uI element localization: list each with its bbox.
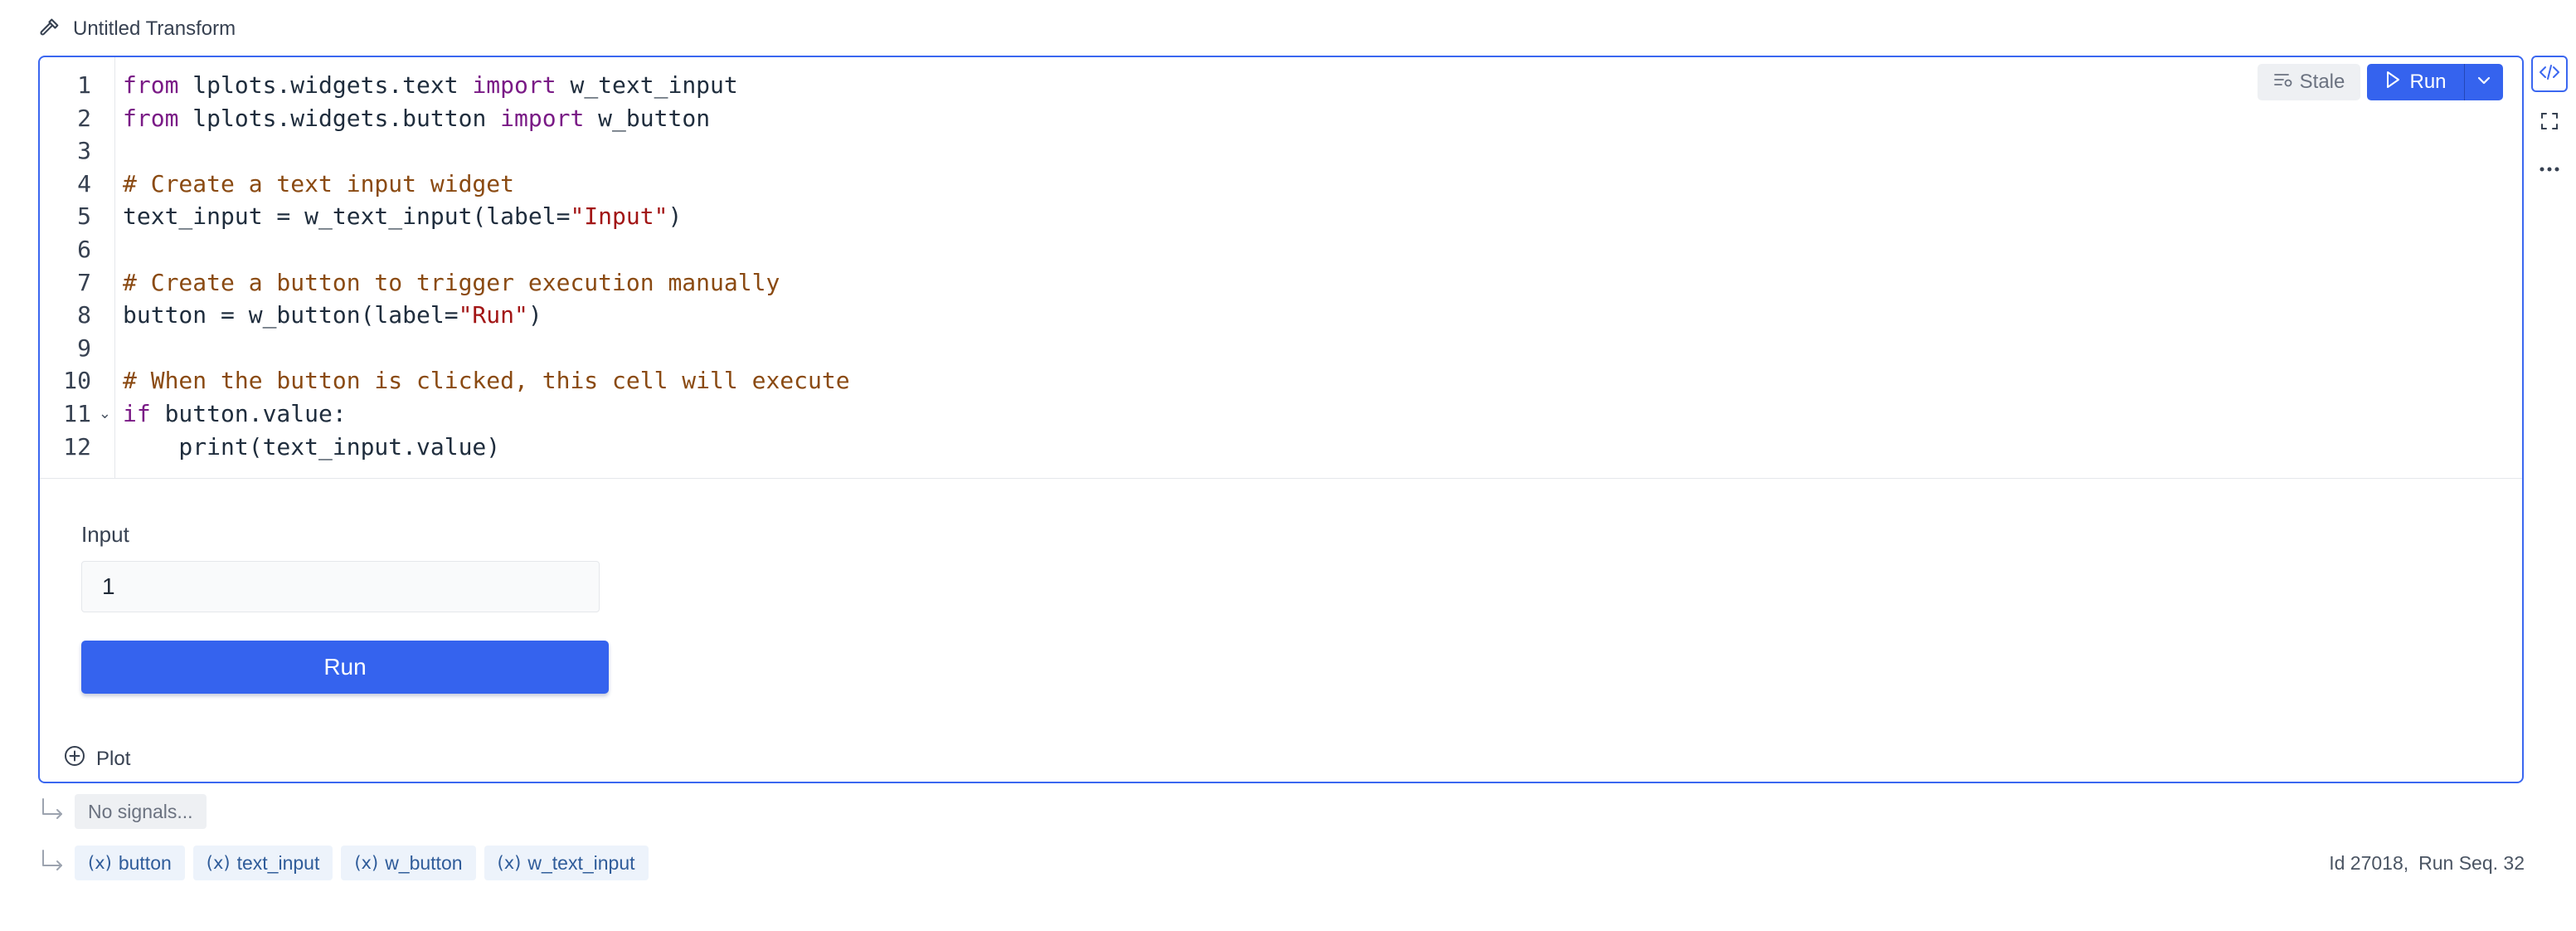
variable-name: w_text_input [527, 851, 635, 874]
variable-icon: (x) [206, 853, 231, 873]
code-text: ) [527, 301, 542, 329]
signals-row: No signals... [38, 794, 207, 829]
cell-meta: Id 27018, Run Seq. 32 [2329, 846, 2525, 880]
line-number-gutter: 1 2 3 4 5 6 7 8 9 10 11 ⌄ 12 [40, 57, 115, 478]
fold-chevron-icon[interactable]: ⌄ [99, 397, 111, 431]
arrow-return-icon [38, 796, 66, 828]
stale-icon [2273, 71, 2293, 94]
code-text: button.value: [150, 400, 347, 427]
line-number: 4 [77, 169, 91, 197]
code-text: print(text_input.value) [123, 432, 501, 461]
code-text: text_input = w_text_input(label= [123, 202, 571, 231]
hammer-icon [38, 16, 61, 43]
run-button-group: Run [2367, 64, 2503, 100]
line-number: 9 [77, 334, 91, 362]
run-options-dropdown[interactable] [2464, 64, 2503, 100]
code-line[interactable]: # Create a button to trigger execution m… [123, 266, 780, 300]
variable-chips: (x) button (x) text_input (x) w_button (x) w_te… [75, 846, 649, 880]
code-keyword: from [123, 71, 179, 99]
variables-row: (x) button (x) text_input (x) w_button (x) w_te… [38, 846, 649, 880]
variable-chip[interactable]: (x) text_input [192, 846, 333, 880]
text-input-field[interactable] [81, 561, 600, 612]
code-line[interactable]: if button.value: [123, 397, 347, 431]
stale-button[interactable]: Stale [2258, 64, 2360, 100]
variable-chip[interactable]: (x) w_text_input [484, 846, 649, 880]
code-line[interactable]: text_input = w_text_input(label="Input") [123, 200, 682, 233]
code-keyword: import [500, 104, 585, 132]
line-number: 2 [77, 104, 91, 132]
line-number: 11 [63, 400, 91, 427]
line-number: 3 [77, 137, 91, 165]
plus-circle-icon [63, 744, 86, 773]
run-cell-button[interactable]: Run [2367, 64, 2464, 100]
code-comment: # Create a text input widget [123, 169, 515, 197]
code-keyword: from [123, 104, 179, 132]
variable-name: button [118, 851, 172, 874]
stale-label: Stale [2299, 71, 2345, 93]
variable-chip[interactable]: (x) w_button [341, 846, 476, 880]
variable-chip[interactable]: (x) button [75, 846, 185, 880]
run-cell-label: Run [2409, 71, 2447, 93]
arrow-return-icon [38, 847, 66, 880]
fullscreen-button[interactable] [2531, 105, 2568, 141]
variable-icon: (x) [497, 853, 522, 873]
run-widget-button[interactable]: Run [81, 641, 609, 694]
expand-icon [2540, 111, 2559, 135]
plot-label: Plot [96, 747, 131, 770]
variable-name: w_button [385, 851, 463, 874]
code-line[interactable]: from lplots.widgets.button import w_butt… [123, 102, 710, 135]
chevron-down-icon [2476, 75, 2491, 90]
line-number: 6 [77, 236, 91, 263]
variable-name: text_input [236, 851, 320, 874]
line-number: 8 [77, 301, 91, 329]
cell-title[interactable]: Untitled Transform [73, 17, 236, 41]
run-seq: Run Seq. 32 [2418, 851, 2525, 874]
line-number: 7 [77, 268, 91, 296]
code-text: button = w_button(label= [123, 301, 459, 329]
code-keyword: if [123, 400, 151, 427]
add-plot-button[interactable]: Plot [63, 744, 130, 773]
line-number: 10 [63, 367, 91, 395]
code-line[interactable]: # When the button is clicked, this cell … [123, 364, 850, 397]
line-number: 12 [63, 432, 91, 461]
code-icon [2539, 63, 2560, 85]
code-text: w_button [584, 104, 711, 132]
code-comment: # Create a button to trigger execution m… [123, 268, 780, 296]
code-text: ) [668, 202, 683, 231]
code-text: lplots.widgets.text [178, 71, 473, 99]
code-text: lplots.widgets.button [178, 104, 501, 132]
code-text: w_text_input [556, 71, 738, 99]
code-line[interactable]: print(text_input.value) [123, 431, 500, 464]
variable-icon: (x) [354, 853, 379, 873]
more-options-button[interactable] [2531, 151, 2568, 188]
toggle-code-button[interactable] [2531, 56, 2568, 92]
code-string: "Input" [570, 202, 668, 231]
code-editor[interactable]: 1 2 3 4 5 6 7 8 9 10 11 ⌄ 12 from lplots.widgets.tex… [40, 57, 2522, 479]
play-icon [2384, 71, 2401, 95]
line-number: 5 [77, 202, 91, 231]
line-number: 1 [77, 71, 91, 99]
cell-id: Id 27018, [2329, 851, 2409, 874]
code-line[interactable]: button = w_button(label="Run") [123, 299, 542, 332]
input-widget-label: Input [81, 522, 129, 547]
code-line[interactable]: # Create a text input widget [123, 168, 514, 201]
more-horizontal-icon [2539, 162, 2560, 177]
code-keyword: import [472, 71, 557, 99]
code-string: "Run" [458, 301, 528, 329]
cell-title-bar: Untitled Transform [38, 15, 236, 43]
code-line[interactable]: from lplots.widgets.text import w_text_i… [123, 69, 738, 102]
no-signals-badge: No signals... [75, 794, 207, 829]
code-comment: # When the button is clicked, this cell … [123, 367, 850, 395]
variable-icon: (x) [88, 853, 112, 873]
transform-cell: 1 2 3 4 5 6 7 8 9 10 11 ⌄ 12 from lplots.widgets.tex… [38, 56, 2524, 783]
